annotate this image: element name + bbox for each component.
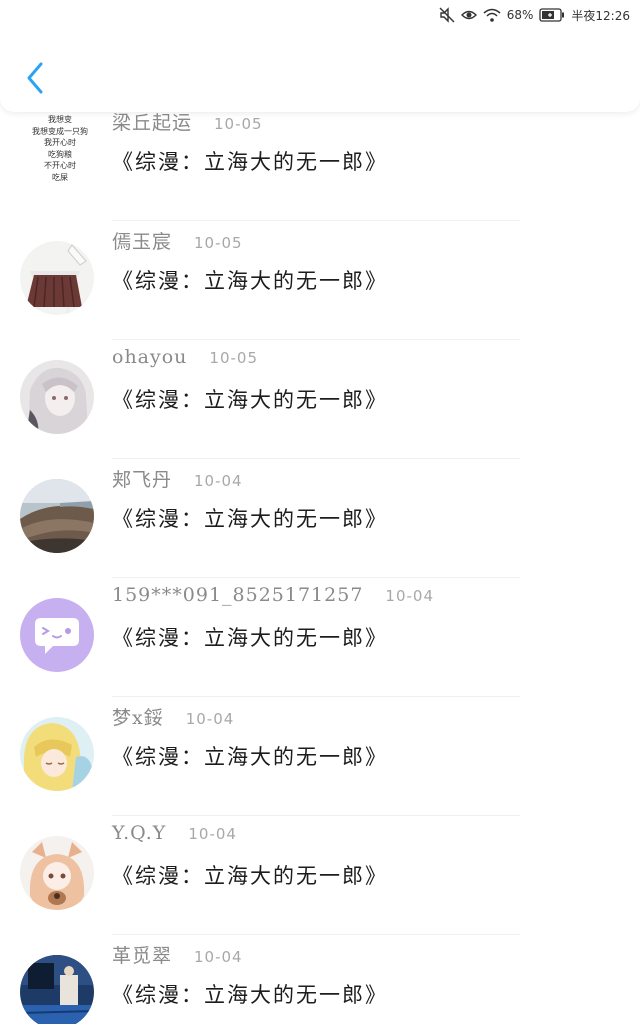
avatar-text: 我想变 我想变成一只狗 我开心时 吃狗粮 不开心时 吃屎	[32, 115, 88, 182]
username[interactable]: Y.Q.Y	[112, 822, 166, 844]
avatar-image	[20, 955, 94, 1024]
comment-date: 10-05	[214, 115, 263, 133]
avatar[interactable]	[20, 479, 94, 553]
username[interactable]: 傿玉宸	[112, 227, 172, 254]
comment-text: 《综漫：立海大的无一郎》	[112, 388, 388, 412]
wifi-icon	[483, 8, 501, 22]
comment-text: 《综漫：立海大的无一郎》	[112, 626, 388, 650]
item-meta: 159***091_8525171257 10-04	[112, 584, 434, 614]
username[interactable]: 梁丘起运	[112, 108, 192, 135]
comment-date: 10-05	[209, 349, 259, 367]
list-item[interactable]: ohayou 10-05 《综漫：立海大的无一郎》	[0, 340, 640, 459]
comment-list: 我想变 我想变成一只狗 我开心时 吃狗粮 不开心时 吃屎 梁丘起运 10-05 …	[0, 0, 640, 1024]
item-meta: 傿玉宸 10-05	[112, 227, 243, 257]
status-bar: 68% 半夜12:26	[439, 4, 630, 26]
comment-text: 《综漫：立海大的无一郎》	[112, 983, 388, 1007]
top-bar: 68% 半夜12:26	[0, 0, 640, 112]
back-button[interactable]	[18, 58, 52, 98]
list-item[interactable]: 革觅翠 10-04 《综漫：立海大的无一郎》	[0, 935, 640, 1024]
clock: 半夜12:26	[571, 8, 630, 23]
item-meta: ohayou 10-05	[112, 346, 258, 376]
comment-date: 10-05	[194, 234, 243, 252]
comment-date: 10-04	[185, 710, 235, 728]
comment-text: 《综漫：立海大的无一郎》	[112, 864, 388, 888]
username[interactable]: 梦x鋖	[112, 703, 164, 730]
default-avatar-icon	[20, 598, 94, 672]
avatar-image	[20, 360, 94, 434]
username[interactable]: ohayou	[112, 346, 187, 368]
eye-comfort-icon	[460, 10, 477, 20]
avatar-image	[20, 717, 94, 791]
chevron-left-icon	[27, 62, 43, 94]
avatar-image	[20, 479, 94, 553]
comment-text: 《综漫：立海大的无一郎》	[112, 269, 388, 293]
list-item[interactable]: 傿玉宸 10-05 《综漫：立海大的无一郎》	[0, 221, 640, 340]
comment-text: 《综漫：立海大的无一郎》	[112, 507, 388, 531]
avatar-image	[20, 836, 94, 910]
avatar[interactable]	[20, 717, 94, 791]
avatar-image	[20, 241, 94, 315]
list-item[interactable]: Y.Q.Y 10-04 《综漫：立海大的无一郎》	[0, 816, 640, 935]
comment-date: 10-04	[385, 587, 435, 605]
avatar[interactable]	[20, 955, 94, 1024]
avatar[interactable]	[20, 598, 94, 672]
comment-text: 《综漫：立海大的无一郎》	[112, 745, 388, 769]
battery-percent: 68%	[506, 8, 534, 22]
username[interactable]: 159***091_8525171257	[112, 584, 363, 606]
item-meta: 郏飞丹 10-04	[112, 465, 243, 495]
item-meta: 梦x鋖 10-04	[112, 703, 234, 733]
mute-icon	[439, 7, 455, 23]
comment-date: 10-04	[194, 472, 243, 490]
avatar[interactable]	[20, 836, 94, 910]
list-item[interactable]: 梦x鋖 10-04 《综漫：立海大的无一郎》	[0, 697, 640, 816]
battery-icon	[539, 8, 565, 22]
list-item[interactable]: 159***091_8525171257 10-04 《综漫：立海大的无一郎》	[0, 578, 640, 697]
list-item[interactable]: 郏飞丹 10-04 《综漫：立海大的无一郎》	[0, 459, 640, 578]
comment-date: 10-04	[188, 825, 237, 843]
username[interactable]: 革觅翠	[112, 941, 172, 968]
avatar[interactable]	[20, 241, 94, 315]
item-meta: 革觅翠 10-04	[112, 941, 243, 971]
comment-date: 10-04	[194, 948, 243, 966]
comment-text: 《综漫：立海大的无一郎》	[112, 150, 388, 174]
item-meta: 梁丘起运 10-05	[112, 108, 263, 138]
username[interactable]: 郏飞丹	[112, 465, 172, 492]
item-meta: Y.Q.Y 10-04	[112, 822, 237, 852]
list-item[interactable]: 我想变 我想变成一只狗 我开心时 吃狗粮 不开心时 吃屎 梁丘起运 10-05 …	[0, 102, 640, 221]
avatar[interactable]: 我想变 我想变成一只狗 我开心时 吃狗粮 不开心时 吃屎	[20, 112, 100, 192]
avatar[interactable]	[20, 360, 94, 434]
